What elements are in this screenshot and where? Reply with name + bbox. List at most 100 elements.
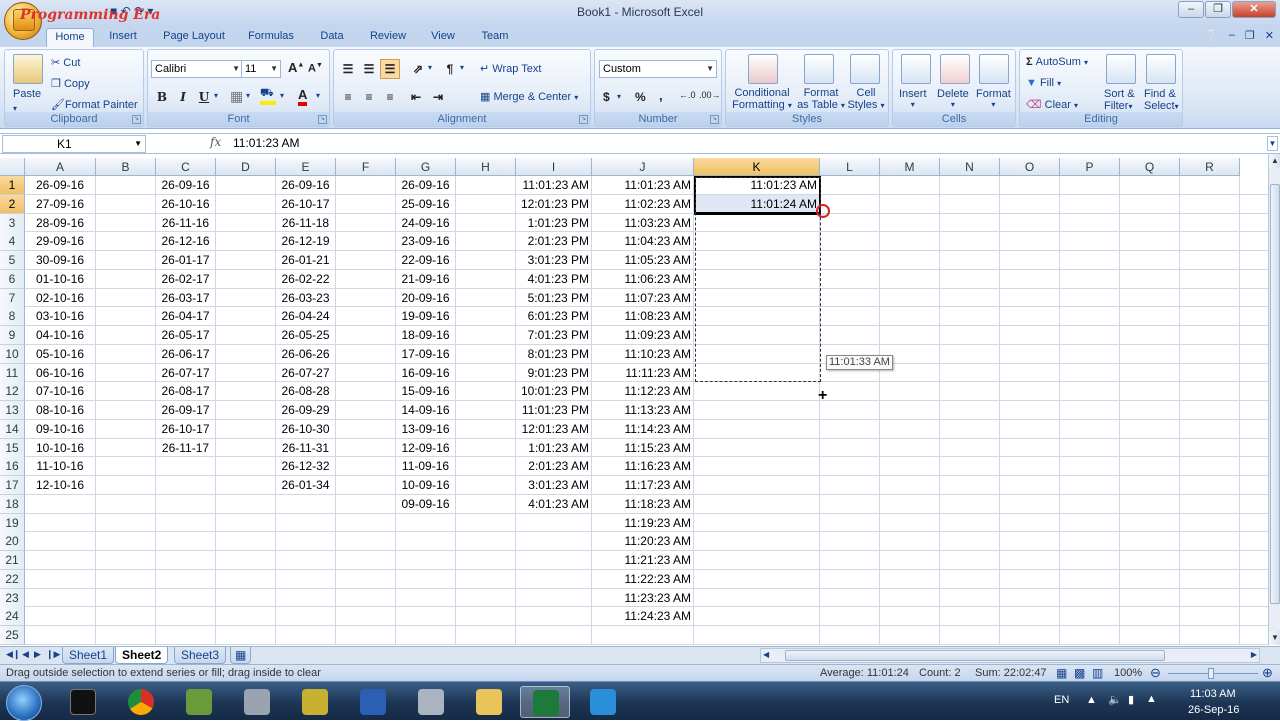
cell-g5[interactable]: 22-09-16: [396, 251, 455, 270]
row-header-21[interactable]: 21: [0, 551, 25, 570]
cell-j9[interactable]: 11:09:23 AM: [592, 326, 693, 345]
minimize-button[interactable]: –: [1178, 1, 1204, 18]
decrease-decimal-icon[interactable]: .00→: [699, 90, 721, 100]
taskbar-app4[interactable]: [232, 686, 282, 718]
row-header-25[interactable]: 25: [0, 626, 25, 645]
row-header-24[interactable]: 24: [0, 607, 25, 627]
cell-i9[interactable]: 7:01:23 PM: [516, 326, 591, 345]
cell-j13[interactable]: 11:13:23 AM: [592, 401, 693, 420]
cell-c1[interactable]: 26-09-16: [156, 176, 215, 195]
taskbar-app5[interactable]: [290, 686, 340, 718]
cell-g17[interactable]: 10-09-16: [396, 476, 455, 495]
cell-i12[interactable]: 10:01:23 PM: [516, 382, 591, 401]
taskbar-app10[interactable]: [578, 686, 628, 718]
cell-i2[interactable]: 12:01:23 PM: [516, 195, 591, 214]
fill-button[interactable]: ▼ Fill ▾: [1026, 77, 1061, 89]
sheet-tab-sheet3[interactable]: Sheet3: [174, 647, 227, 664]
cell-a1[interactable]: 26-09-16: [25, 176, 95, 195]
cell-a7[interactable]: 02-10-16: [25, 289, 95, 308]
cell-a16[interactable]: 11-10-16: [25, 457, 95, 476]
cell-j24[interactable]: 11:24:23 AM: [592, 607, 693, 626]
cell-g18[interactable]: 09-09-16: [396, 495, 455, 514]
row-header-12[interactable]: 12: [0, 382, 25, 402]
cell-a5[interactable]: 30-09-16: [25, 251, 95, 270]
alignment-launcher-icon[interactable]: ↘: [579, 115, 588, 124]
format-cells-icon[interactable]: [979, 54, 1009, 84]
row-header-10[interactable]: 10: [0, 344, 25, 364]
increase-decimal-icon[interactable]: ←.0: [679, 90, 696, 100]
row-header-17[interactable]: 17: [0, 476, 25, 495]
cell-i5[interactable]: 3:01:23 PM: [516, 251, 591, 270]
taskbar-explorer[interactable]: [464, 686, 514, 718]
formula-input[interactable]: 11:01:23 AM: [233, 136, 300, 150]
sort-filter-icon[interactable]: [1106, 54, 1136, 84]
cell-a14[interactable]: 09-10-16: [25, 420, 95, 439]
start-button[interactable]: [6, 685, 42, 721]
cell-c2[interactable]: 26-10-16: [156, 195, 215, 214]
cell-c6[interactable]: 26-02-17: [156, 270, 215, 289]
column-header-h[interactable]: H: [456, 158, 516, 176]
row-header-18[interactable]: 18: [0, 494, 25, 514]
row-header-2[interactable]: 2: [0, 194, 25, 214]
increase-indent-icon[interactable]: ⇥: [428, 87, 448, 107]
zoom-out-icon[interactable]: ⊖: [1150, 665, 1161, 681]
cell-styles-button[interactable]: Cell Styles ▾: [846, 87, 886, 111]
clipboard-launcher-icon[interactable]: ↘: [132, 115, 141, 124]
cell-g11[interactable]: 16-09-16: [396, 364, 455, 383]
cell-g10[interactable]: 17-09-16: [396, 345, 455, 364]
worksheet-grid[interactable]: ABCDEFGHIJKLMNOPQR 1 2 3 4 5 6 7 8 9 10 11 12 13 14 15…: [0, 158, 1268, 645]
cell-a3[interactable]: 28-09-16: [25, 214, 95, 233]
cell-g2[interactable]: 25-09-16: [396, 195, 455, 214]
insert-cells-button[interactable]: Insert ▾: [899, 88, 927, 109]
cell-e9[interactable]: 26-05-25: [276, 326, 335, 345]
align-right-icon[interactable]: ≡: [380, 87, 400, 107]
cell-e3[interactable]: 26-11-18: [276, 214, 335, 233]
cell-g6[interactable]: 21-09-16: [396, 270, 455, 289]
row-header-19[interactable]: 19: [0, 513, 25, 533]
shrink-font-icon[interactable]: A▼: [308, 62, 323, 75]
normal-view-icon[interactable]: ▦: [1056, 666, 1067, 680]
cell-j8[interactable]: 11:08:23 AM: [592, 307, 693, 326]
cell-j3[interactable]: 11:03:23 AM: [592, 214, 693, 233]
bold-icon[interactable]: B: [152, 87, 172, 107]
cell-a15[interactable]: 10-10-16: [25, 439, 95, 458]
zoom-level[interactable]: 100%: [1114, 667, 1142, 679]
last-sheet-icon[interactable]: ❙▶: [46, 649, 60, 660]
column-header-b[interactable]: B: [96, 158, 156, 176]
cell-i4[interactable]: 2:01:23 PM: [516, 232, 591, 251]
cell-j17[interactable]: 11:17:23 AM: [592, 476, 693, 495]
cell-j4[interactable]: 11:04:23 AM: [592, 232, 693, 251]
cut-button[interactable]: ✂ Cut: [51, 56, 80, 69]
cell-j22[interactable]: 11:22:23 AM: [592, 570, 693, 589]
cell-j2[interactable]: 11:02:23 AM: [592, 195, 693, 214]
taskbar-calculator[interactable]: [406, 686, 456, 718]
column-header-c[interactable]: C: [156, 158, 216, 176]
decrease-indent-icon[interactable]: ⇤: [406, 87, 426, 107]
tray-expand-icon[interactable]: ▲: [1086, 694, 1097, 706]
tab-formulas[interactable]: Formulas: [242, 28, 300, 47]
cell-e7[interactable]: 26-03-23: [276, 289, 335, 308]
cell-j20[interactable]: 11:20:23 AM: [592, 532, 693, 551]
cell-g7[interactable]: 20-09-16: [396, 289, 455, 308]
cell-c4[interactable]: 26-12-16: [156, 232, 215, 251]
cell-i10[interactable]: 8:01:23 PM: [516, 345, 591, 364]
sort-filter-button[interactable]: Sort & Filter▾: [1104, 88, 1135, 112]
cell-e12[interactable]: 26-08-28: [276, 382, 335, 401]
cell-a11[interactable]: 06-10-16: [25, 364, 95, 383]
select-all-button[interactable]: [0, 158, 25, 176]
format-as-table-button[interactable]: Format as Table ▾: [796, 87, 846, 111]
row-header-14[interactable]: 14: [0, 419, 25, 439]
row-header-16[interactable]: 16: [0, 457, 25, 477]
cell-a12[interactable]: 07-10-16: [25, 382, 95, 401]
tab-page-layout[interactable]: Page Layout: [156, 28, 232, 47]
tab-view[interactable]: View: [422, 28, 464, 47]
cell-g16[interactable]: 11-09-16: [396, 457, 455, 476]
comma-button[interactable]: ,: [659, 88, 663, 103]
cell-i13[interactable]: 11:01:23 PM: [516, 401, 591, 420]
cell-e17[interactable]: 26-01-34: [276, 476, 335, 495]
merge-center-button[interactable]: ▦ Merge & Center ▾: [480, 90, 578, 103]
taskbar-cmd[interactable]: [58, 686, 108, 718]
paste-icon[interactable]: [13, 54, 43, 84]
row-header-15[interactable]: 15: [0, 438, 25, 458]
cell-j19[interactable]: 11:19:23 AM: [592, 514, 693, 533]
